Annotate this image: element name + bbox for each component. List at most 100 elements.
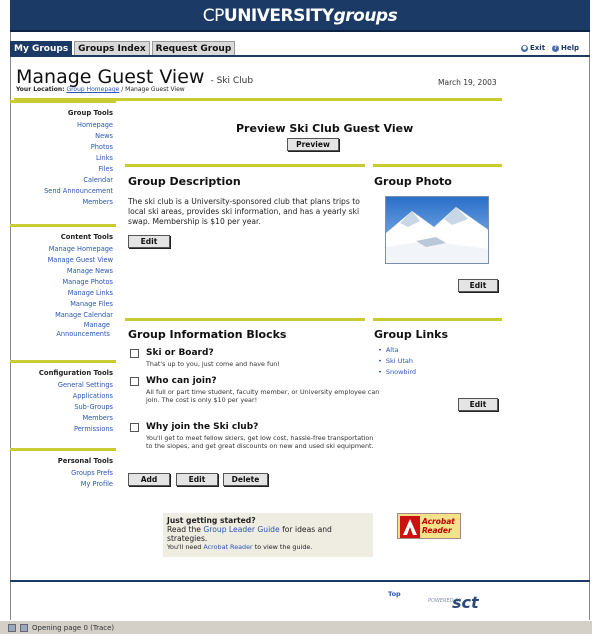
- photo-edit-button[interactable]: Edit: [458, 279, 498, 292]
- sidebar-item-manage-homepage[interactable]: Manage Homepage: [10, 244, 116, 255]
- tab-request-group[interactable]: Request Group: [151, 41, 236, 56]
- sidebar-item-manage-files[interactable]: Manage Files: [10, 299, 116, 310]
- sidebar-heading: Group Tools: [67, 109, 113, 117]
- help-icon: ?: [552, 44, 559, 52]
- sidebar-item-manage-news[interactable]: Manage News: [10, 266, 116, 277]
- tab-groups-index[interactable]: Groups Index: [74, 41, 150, 56]
- sidebar-item-news[interactable]: News: [10, 131, 116, 142]
- getting-started-panel: Just getting started? Read the Group Lea…: [163, 513, 373, 557]
- sidebar-item-general-settings[interactable]: General Settings: [10, 380, 116, 391]
- blocks-heading: Group Information Blocks: [128, 328, 287, 341]
- sidebar-item-permissions[interactable]: Permissions: [10, 424, 116, 435]
- sidebar-item-links[interactable]: Links: [10, 153, 116, 164]
- sidebar-heading: Content Tools: [60, 233, 113, 241]
- sidebar-item-sub-groups[interactable]: Sub-Groups: [10, 402, 116, 413]
- sidebar-item-applications[interactable]: Applications: [10, 391, 116, 402]
- exit-label: Exit: [530, 44, 546, 52]
- info-block-title: Why join the Ski club?: [146, 422, 259, 432]
- brand-logo: CPUNIVERSITYgroups: [10, 6, 590, 26]
- blocks-divider: [125, 318, 365, 321]
- getting-started-heading: Just getting started?: [167, 516, 256, 525]
- status-text: Opening page 0 (Trace): [32, 623, 115, 632]
- acrobat-reader-link[interactable]: Acrobat Reader: [203, 543, 252, 551]
- page-title-text: Manage Guest View: [16, 66, 205, 88]
- adobe-icon: [400, 516, 420, 538]
- add-block-button[interactable]: Add: [128, 473, 170, 486]
- main-tabs: My Groups Groups Index Request Group: [10, 41, 237, 56]
- sidebar-configuration-tools: Configuration Tools General Settings App…: [10, 360, 116, 448]
- sidebar-item-my-profile[interactable]: My Profile: [10, 479, 116, 490]
- group-link-ski-utah[interactable]: Ski Utah: [378, 357, 413, 365]
- info-block-checkbox[interactable]: [130, 349, 139, 358]
- sidebar-item-manage-calendar[interactable]: Manage Calendar: [10, 310, 116, 321]
- top-link[interactable]: Top: [388, 590, 401, 598]
- reader-word: Reader: [422, 526, 452, 535]
- sidebar-item-calendar[interactable]: Calendar: [10, 175, 116, 186]
- sidebar-item-groups-prefs[interactable]: Groups Prefs: [10, 468, 116, 479]
- getting-started-line2: You'll need Acrobat Reader to view the g…: [167, 543, 369, 552]
- brand-cp: CP: [202, 6, 225, 26]
- sidebar-item-manage-photos[interactable]: Manage Photos: [10, 277, 116, 288]
- photo-divider: [373, 164, 502, 167]
- page-right-border: [589, 32, 590, 620]
- sidebar: Group Tools Homepage News Photos Links F…: [10, 100, 116, 490]
- tab-underline: [10, 55, 590, 57]
- breadcrumb-label: Your Location:: [16, 86, 65, 93]
- description-edit-button[interactable]: Edit: [128, 235, 170, 248]
- acrobat-badge-text: Acrobat Reader: [422, 517, 455, 535]
- info-block-checkbox[interactable]: [130, 377, 139, 386]
- guide-text-pre: Read the: [167, 525, 201, 534]
- reader-text-post: to view the guide.: [254, 543, 313, 551]
- browser-status-bar: Opening page 0 (Trace): [0, 620, 592, 634]
- sidebar-item-files[interactable]: Files: [10, 164, 116, 175]
- acrobat-word: Acrobat: [422, 517, 455, 526]
- reader-text-pre: You'll need: [167, 543, 202, 551]
- help-link[interactable]: ? Help: [552, 44, 579, 52]
- sidebar-group-tools: Group Tools Homepage News Photos Links F…: [10, 100, 116, 224]
- breadcrumb-link-homepage[interactable]: Group Homepage: [66, 86, 119, 93]
- group-photo: [385, 196, 489, 264]
- sidebar-item-manage-links[interactable]: Manage Links: [10, 288, 116, 299]
- footer-divider: [10, 580, 590, 582]
- sidebar-heading: Personal Tools: [57, 457, 113, 465]
- edit-block-button[interactable]: Edit: [176, 473, 218, 486]
- brand-groups: groups: [333, 6, 398, 26]
- help-label: Help: [561, 44, 580, 52]
- tab-my-groups[interactable]: My Groups: [10, 41, 73, 56]
- sidebar-item-config-members[interactable]: Members: [10, 413, 116, 424]
- breadcrumb-current: / Manage Guest View: [121, 86, 185, 93]
- info-block-checkbox[interactable]: [130, 423, 139, 432]
- group-link-snowbird[interactable]: Snowbird: [378, 368, 416, 376]
- photo-heading: Group Photo: [374, 175, 452, 188]
- info-block-desc: All full or part time student, faculty m…: [146, 388, 380, 404]
- acrobat-reader-badge[interactable]: Acrobat Reader: [397, 513, 461, 539]
- description-text: The ski club is a University-sponsored c…: [128, 197, 360, 226]
- preview-button[interactable]: Preview: [287, 138, 339, 151]
- info-block-desc: That's up to you, just come and have fun…: [146, 360, 280, 368]
- header-banner: CPUNIVERSITYgroups: [10, 0, 590, 32]
- page-icon: [8, 623, 16, 632]
- page-date: March 19, 2003: [438, 78, 497, 87]
- group-leader-guide-link[interactable]: Group Leader Guide: [203, 525, 279, 534]
- mountain-image: [386, 197, 488, 263]
- sidebar-personal-tools: Personal Tools Groups Prefs My Profile: [10, 448, 116, 490]
- sidebar-content-tools: Content Tools Manage Homepage Manage Gue…: [10, 224, 116, 360]
- sidebar-item-send-announcement[interactable]: Send Announcement: [10, 186, 116, 197]
- sidebar-item-photos[interactable]: Photos: [10, 142, 116, 153]
- sct-logo: sct: [452, 593, 479, 612]
- security-icon: [20, 623, 28, 632]
- delete-block-button[interactable]: Delete: [223, 473, 268, 486]
- exit-icon: ●: [521, 44, 528, 52]
- sidebar-item-manage-guest-view[interactable]: Manage Guest View: [10, 255, 116, 266]
- sidebar-item-manage-announcements[interactable]: Manage Announcements: [33, 321, 113, 339]
- page-subtitle: - Ski Club: [210, 76, 254, 86]
- sidebar-item-members[interactable]: Members: [10, 197, 116, 208]
- info-block-desc: You'll get to meet fellow skiers, get lo…: [146, 434, 374, 450]
- links-heading: Group Links: [374, 328, 449, 341]
- description-heading: Group Description: [128, 175, 241, 188]
- sidebar-item-homepage[interactable]: Homepage: [10, 120, 116, 131]
- group-link-alta[interactable]: Alta: [378, 346, 399, 354]
- preview-heading: Preview Ski Club Guest View: [236, 122, 414, 135]
- exit-link[interactable]: ● Exit: [521, 44, 545, 52]
- links-edit-button[interactable]: Edit: [458, 398, 498, 411]
